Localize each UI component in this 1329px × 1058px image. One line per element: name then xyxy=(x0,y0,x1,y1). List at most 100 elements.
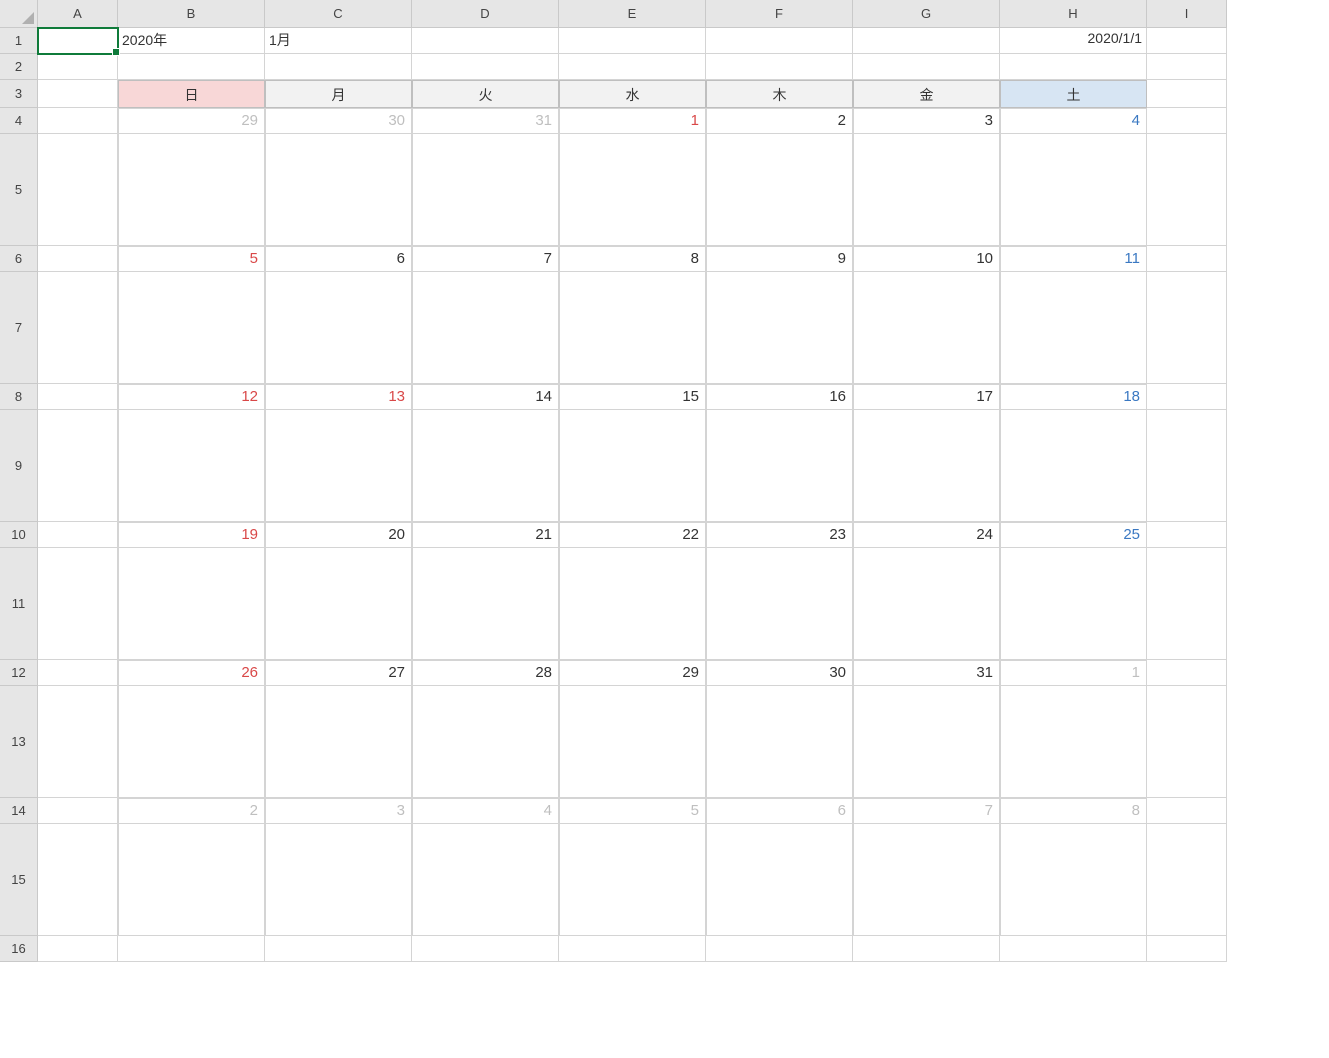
cell-I15[interactable] xyxy=(1147,824,1227,936)
calendar-day-number[interactable]: 27 xyxy=(265,660,412,686)
row-header-6[interactable]: 6 xyxy=(0,246,38,272)
cell-I14[interactable] xyxy=(1147,798,1227,824)
cell-A3[interactable] xyxy=(38,80,118,108)
row-header-4[interactable]: 4 xyxy=(0,108,38,134)
cell-F2[interactable] xyxy=(706,54,853,80)
row-header-9[interactable]: 9 xyxy=(0,410,38,522)
calendar-day-body[interactable] xyxy=(118,548,265,660)
cell-A1[interactable] xyxy=(38,28,118,54)
calendar-day-body[interactable] xyxy=(265,824,412,936)
column-header-A[interactable]: A xyxy=(38,0,118,28)
calendar-day-body[interactable] xyxy=(265,548,412,660)
calendar-day-number[interactable]: 29 xyxy=(559,660,706,686)
row-header-16[interactable]: 16 xyxy=(0,936,38,962)
column-header-F[interactable]: F xyxy=(706,0,853,28)
cell-C2[interactable] xyxy=(265,54,412,80)
cell-B1[interactable]: 2020年 xyxy=(118,28,265,54)
calendar-day-body[interactable] xyxy=(118,686,265,798)
calendar-day-body[interactable] xyxy=(412,824,559,936)
row-header-2[interactable]: 2 xyxy=(0,54,38,80)
cell-I9[interactable] xyxy=(1147,410,1227,522)
calendar-day-number[interactable]: 13 xyxy=(265,384,412,410)
cell-I8[interactable] xyxy=(1147,384,1227,410)
cell-I10[interactable] xyxy=(1147,522,1227,548)
calendar-day-body[interactable] xyxy=(412,548,559,660)
row-header-15[interactable]: 15 xyxy=(0,824,38,936)
cell-I1[interactable] xyxy=(1147,28,1227,54)
calendar-day-body[interactable] xyxy=(706,686,853,798)
day-header-1[interactable]: 月 xyxy=(265,80,412,108)
cell-A8[interactable] xyxy=(38,384,118,410)
calendar-day-number[interactable]: 4 xyxy=(412,798,559,824)
cell-B16[interactable] xyxy=(118,936,265,962)
cell-F16[interactable] xyxy=(706,936,853,962)
calendar-day-number[interactable]: 23 xyxy=(706,522,853,548)
day-header-6[interactable]: 土 xyxy=(1000,80,1147,108)
calendar-day-number[interactable]: 1 xyxy=(559,108,706,134)
calendar-day-number[interactable]: 2 xyxy=(118,798,265,824)
column-header-I[interactable]: I xyxy=(1147,0,1227,28)
calendar-day-body[interactable] xyxy=(1000,686,1147,798)
day-header-5[interactable]: 金 xyxy=(853,80,1000,108)
row-header-10[interactable]: 10 xyxy=(0,522,38,548)
cell-A4[interactable] xyxy=(38,108,118,134)
calendar-day-body[interactable] xyxy=(118,824,265,936)
calendar-day-body[interactable] xyxy=(412,272,559,384)
calendar-day-body[interactable] xyxy=(1000,272,1147,384)
calendar-day-number[interactable]: 15 xyxy=(559,384,706,410)
day-header-4[interactable]: 木 xyxy=(706,80,853,108)
cell-A14[interactable] xyxy=(38,798,118,824)
calendar-day-body[interactable] xyxy=(559,134,706,246)
calendar-day-number[interactable]: 26 xyxy=(118,660,265,686)
cell-G2[interactable] xyxy=(853,54,1000,80)
cell-F1[interactable] xyxy=(706,28,853,54)
row-header-3[interactable]: 3 xyxy=(0,80,38,108)
calendar-day-body[interactable] xyxy=(412,410,559,522)
calendar-day-body[interactable] xyxy=(853,548,1000,660)
column-header-H[interactable]: H xyxy=(1000,0,1147,28)
column-header-G[interactable]: G xyxy=(853,0,1000,28)
calendar-day-body[interactable] xyxy=(118,134,265,246)
calendar-day-body[interactable] xyxy=(706,272,853,384)
cell-I7[interactable] xyxy=(1147,272,1227,384)
select-all-corner[interactable] xyxy=(0,0,38,28)
calendar-day-number[interactable]: 3 xyxy=(265,798,412,824)
calendar-day-body[interactable] xyxy=(1000,134,1147,246)
cell-A9[interactable] xyxy=(38,410,118,522)
calendar-day-number[interactable]: 31 xyxy=(412,108,559,134)
calendar-day-number[interactable]: 6 xyxy=(706,798,853,824)
calendar-day-number[interactable]: 20 xyxy=(265,522,412,548)
row-header-13[interactable]: 13 xyxy=(0,686,38,798)
cell-A10[interactable] xyxy=(38,522,118,548)
calendar-day-body[interactable] xyxy=(265,134,412,246)
calendar-day-body[interactable] xyxy=(559,824,706,936)
cell-C16[interactable] xyxy=(265,936,412,962)
cell-A12[interactable] xyxy=(38,660,118,686)
calendar-day-number[interactable]: 30 xyxy=(706,660,853,686)
calendar-day-number[interactable]: 14 xyxy=(412,384,559,410)
cell-H2[interactable] xyxy=(1000,54,1147,80)
calendar-day-body[interactable] xyxy=(118,272,265,384)
calendar-day-body[interactable] xyxy=(412,686,559,798)
calendar-day-number[interactable]: 11 xyxy=(1000,246,1147,272)
calendar-day-number[interactable]: 6 xyxy=(265,246,412,272)
column-header-D[interactable]: D xyxy=(412,0,559,28)
calendar-day-number[interactable]: 4 xyxy=(1000,108,1147,134)
calendar-day-number[interactable]: 3 xyxy=(853,108,1000,134)
row-header-1[interactable]: 1 xyxy=(0,28,38,54)
cell-I12[interactable] xyxy=(1147,660,1227,686)
calendar-day-number[interactable]: 22 xyxy=(559,522,706,548)
column-header-C[interactable]: C xyxy=(265,0,412,28)
calendar-day-body[interactable] xyxy=(853,824,1000,936)
day-header-2[interactable]: 火 xyxy=(412,80,559,108)
calendar-day-body[interactable] xyxy=(706,410,853,522)
row-header-8[interactable]: 8 xyxy=(0,384,38,410)
column-header-B[interactable]: B xyxy=(118,0,265,28)
cell-H16[interactable] xyxy=(1000,936,1147,962)
cell-E16[interactable] xyxy=(559,936,706,962)
cell-I13[interactable] xyxy=(1147,686,1227,798)
row-header-7[interactable]: 7 xyxy=(0,272,38,384)
cell-H1[interactable]: 2020/1/1 xyxy=(1000,28,1147,54)
calendar-day-number[interactable]: 30 xyxy=(265,108,412,134)
calendar-day-body[interactable] xyxy=(412,134,559,246)
